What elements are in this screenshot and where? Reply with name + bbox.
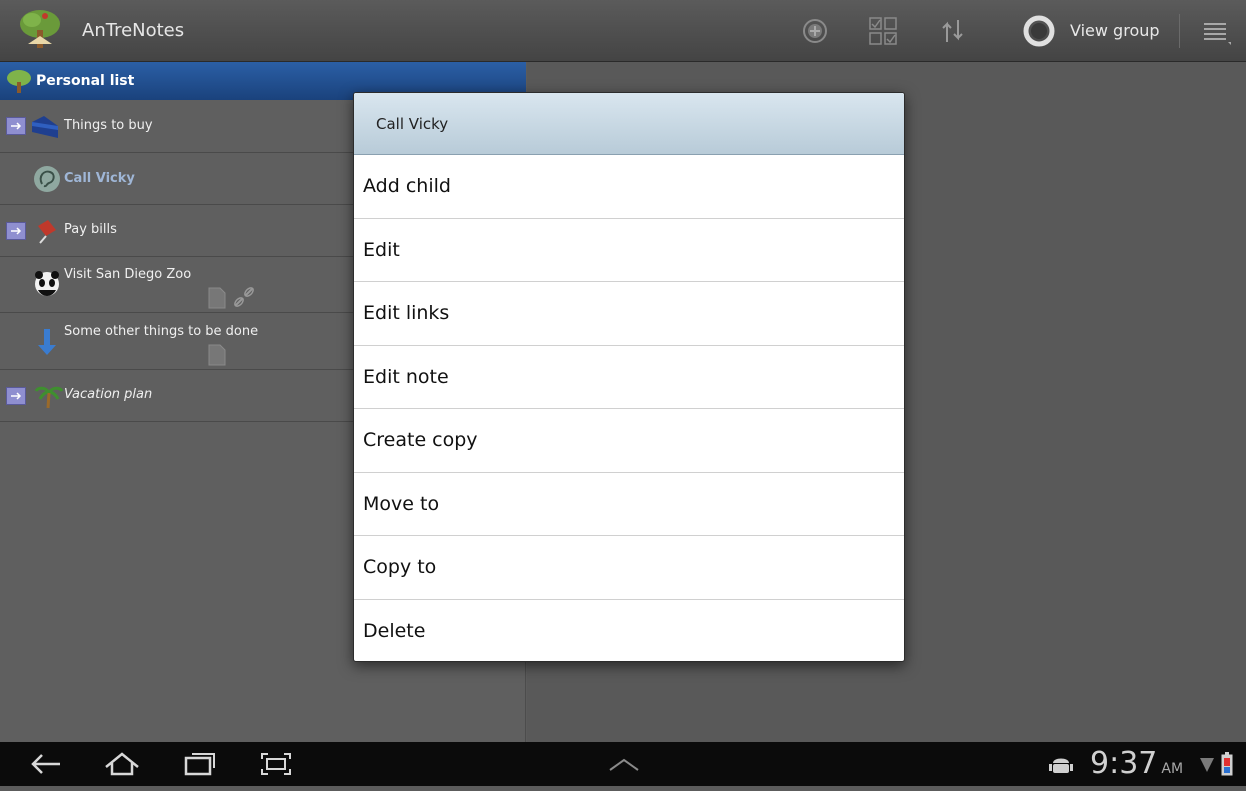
menu-item-move-to[interactable]: Move to [354,473,904,536]
tree-item-label: Pay bills [64,222,117,237]
menu-item-add-child[interactable]: Add child [354,155,904,219]
expand-icon[interactable] [6,387,26,405]
view-group-label: View group [1070,21,1160,40]
clock-time: 9:37 [1090,746,1158,781]
chevron-up-icon[interactable] [604,750,644,778]
menu-item-delete[interactable]: Delete [354,600,904,662]
tree-item-label: Things to buy [64,118,153,133]
palm-tree-icon [34,386,64,409]
pushpin-icon [38,220,56,244]
dialog-title: Call Vicky [354,93,904,155]
battery-icon [1221,752,1233,776]
add-circle-icon[interactable] [800,16,830,46]
note-icon [208,287,226,309]
menu-item-edit-note[interactable]: Edit note [354,346,904,409]
context-menu-dialog: Call Vicky Add child Edit Edit links Edi… [353,92,905,662]
expand-icon[interactable] [6,117,26,135]
tree-item-label: Call Vicky [64,171,135,186]
menu-item-edit[interactable]: Edit [354,219,904,282]
action-bar-divider [1179,14,1180,48]
screenshot-icon[interactable] [256,750,296,778]
wifi-icon [1200,758,1214,772]
expand-icon[interactable] [6,222,26,240]
clock-ampm: AM [1161,761,1184,777]
arrow-down-icon [38,329,56,355]
system-nav-bar: 9:37 AM [0,742,1246,786]
menu-item-copy-to[interactable]: Copy to [354,536,904,600]
panda-icon [35,271,59,296]
sort-arrows-icon[interactable] [938,16,968,46]
android-debug-icon [1049,758,1073,773]
status-clock: 9:37 AM [1090,742,1183,791]
recent-apps-icon[interactable] [180,750,220,778]
tree-icon[interactable] [18,8,62,52]
home-icon[interactable] [102,750,142,778]
back-icon[interactable] [26,750,66,778]
tree-item-label: Visit San Diego Zoo [64,267,192,282]
menu-item-edit-links[interactable]: Edit links [354,282,904,346]
note-icon [208,344,226,366]
ring-icon [1023,15,1055,47]
menu-item-create-copy[interactable]: Create copy [354,409,904,473]
list-title: Personal list [36,73,135,89]
link-icon [234,287,254,307]
checkbox-grid-icon[interactable] [868,16,898,46]
app-title: AnTreNotes [82,20,185,41]
tree-icon [7,70,31,93]
tree-item-label: Some other things to be done [64,324,259,339]
overflow-menu-icon[interactable] [1200,18,1232,46]
tree-item-label: Vacation plan [64,387,153,402]
action-bar: AnTreNotes View group [0,0,1246,62]
folder-blue-icon [32,116,58,138]
phone-ear-icon [34,166,60,192]
